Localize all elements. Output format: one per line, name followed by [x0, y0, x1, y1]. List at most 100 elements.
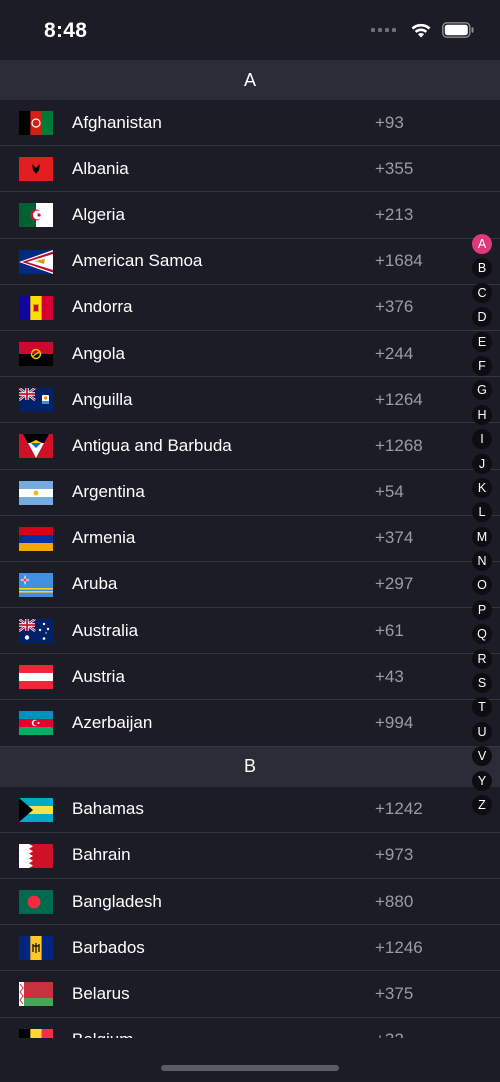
country-row[interactable]: Bahamas +1242 [0, 787, 500, 833]
country-name: Austria [72, 666, 125, 686]
country-row[interactable]: Antigua and Barbuda +1268 [0, 423, 500, 470]
antigua-barbuda-flag-icon [19, 434, 53, 459]
index-letter-d[interactable]: D [472, 307, 492, 328]
belgium-flag-icon [19, 1028, 53, 1038]
bangladesh-flag-icon [19, 890, 53, 914]
index-letter-f[interactable]: F [472, 355, 492, 376]
dial-code: +1242 [375, 799, 423, 819]
alphabet-index[interactable]: ABCDEFGHIJKLMNOPQRSTUVYZ [472, 234, 494, 819]
status-bar: 8:48 [0, 0, 500, 60]
index-letter-c[interactable]: C [472, 282, 492, 303]
dial-code: +43 [375, 666, 404, 686]
index-letter-l[interactable]: L [472, 502, 492, 523]
country-row[interactable]: Austria +43 [0, 654, 500, 701]
country-name: Belarus [72, 983, 130, 1003]
country-name: Antigua and Barbuda [72, 435, 232, 455]
index-letter-n[interactable]: N [472, 551, 492, 572]
index-letter-p[interactable]: P [472, 599, 492, 620]
index-letter-h[interactable]: H [472, 404, 492, 425]
aruba-flag-icon [19, 572, 53, 597]
battery-icon [442, 22, 474, 38]
index-letter-g[interactable]: G [472, 380, 492, 401]
country-row[interactable]: Australia +61 [0, 608, 500, 655]
dial-code: +374 [375, 528, 414, 548]
country-row[interactable]: Aruba +297 [0, 562, 500, 609]
dial-code: +1268 [375, 435, 423, 455]
index-letter-u[interactable]: U [472, 721, 492, 742]
status-time: 8:48 [44, 19, 88, 42]
dial-code: +54 [375, 482, 404, 502]
country-name: Bahrain [72, 845, 131, 865]
country-row[interactable]: Anguilla +1264 [0, 377, 500, 424]
country-list[interactable]: A Afghanistan +93 Albania +355 Algeria +213 Ame… [0, 60, 500, 1038]
country-name: American Samoa [72, 251, 203, 271]
index-letter-q[interactable]: Q [472, 624, 492, 645]
index-letter-z[interactable]: Z [472, 794, 492, 815]
dial-code: +213 [375, 204, 414, 224]
index-letter-t[interactable]: T [472, 697, 492, 718]
bottom-safe-area [0, 1038, 500, 1082]
country-name: Belgium [72, 1030, 133, 1038]
country-row[interactable]: Afghanistan +93 [0, 100, 500, 147]
country-name: Bangladesh [72, 891, 162, 911]
country-name: Armenia [72, 528, 136, 548]
country-name: Bahamas [72, 799, 144, 819]
country-name: Anguilla [72, 389, 133, 409]
dial-code: +994 [375, 713, 414, 733]
australia-flag-icon [19, 619, 53, 644]
dial-code: +1246 [375, 937, 423, 957]
algeria-flag-icon [19, 203, 53, 228]
dial-code: +32 [375, 1030, 404, 1038]
index-letter-y[interactable]: Y [472, 770, 492, 791]
index-letter-a[interactable]: A [472, 234, 492, 254]
angola-flag-icon [19, 341, 53, 366]
dial-code: +880 [375, 891, 414, 911]
country-name: Afghanistan [72, 112, 162, 132]
index-letter-s[interactable]: S [472, 673, 492, 694]
index-letter-j[interactable]: J [472, 453, 492, 474]
index-letter-b[interactable]: B [472, 258, 492, 279]
andorra-flag-icon [19, 295, 53, 320]
dial-code: +376 [375, 297, 414, 317]
index-letter-i[interactable]: I [472, 429, 492, 450]
bahamas-flag-icon [19, 797, 53, 822]
country-name: Albania [72, 158, 129, 178]
dial-code: +375 [375, 983, 414, 1003]
belarus-flag-icon [19, 982, 53, 1007]
country-row[interactable]: Albania +355 [0, 146, 500, 193]
argentina-flag-icon [19, 480, 53, 505]
american-samoa-flag-icon [19, 249, 53, 274]
country-row[interactable]: Argentina +54 [0, 470, 500, 516]
index-letter-m[interactable]: M [472, 526, 492, 547]
barbados-flag-icon [19, 936, 53, 961]
dial-code: +973 [375, 845, 414, 865]
country-name: Angola [72, 343, 125, 363]
index-letter-k[interactable]: K [472, 477, 492, 498]
dial-code: +355 [375, 158, 414, 178]
armenia-flag-icon [19, 526, 53, 551]
dial-code: +297 [375, 574, 414, 594]
home-indicator[interactable] [161, 1065, 339, 1071]
country-row[interactable]: Algeria +213 [0, 192, 500, 239]
country-row[interactable]: Armenia +374 [0, 516, 500, 562]
country-row[interactable]: Belarus +375 [0, 971, 500, 1018]
country-row[interactable]: Andorra +376 [0, 285, 500, 331]
country-row[interactable]: Angola +244 [0, 331, 500, 378]
dial-code: +244 [375, 343, 414, 363]
country-name: Azerbaijan [72, 713, 153, 733]
afghanistan-flag-icon [19, 111, 53, 135]
country-row[interactable]: Bangladesh +880 [0, 879, 500, 926]
index-letter-v[interactable]: V [472, 746, 492, 767]
country-row[interactable]: Azerbaijan +994 [0, 700, 500, 747]
country-row[interactable]: Belgium +32 [0, 1018, 500, 1038]
index-letter-o[interactable]: O [472, 575, 492, 596]
index-letter-r[interactable]: R [472, 648, 492, 669]
anguilla-flag-icon [19, 388, 53, 413]
dial-code: +61 [375, 620, 404, 640]
status-icons [371, 22, 474, 38]
country-row[interactable]: American Samoa +1684 [0, 239, 500, 285]
country-row[interactable]: Bahrain +973 [0, 833, 500, 879]
country-name: Argentina [72, 482, 145, 502]
index-letter-e[interactable]: E [472, 331, 492, 352]
country-row[interactable]: Barbados +1246 [0, 925, 500, 972]
